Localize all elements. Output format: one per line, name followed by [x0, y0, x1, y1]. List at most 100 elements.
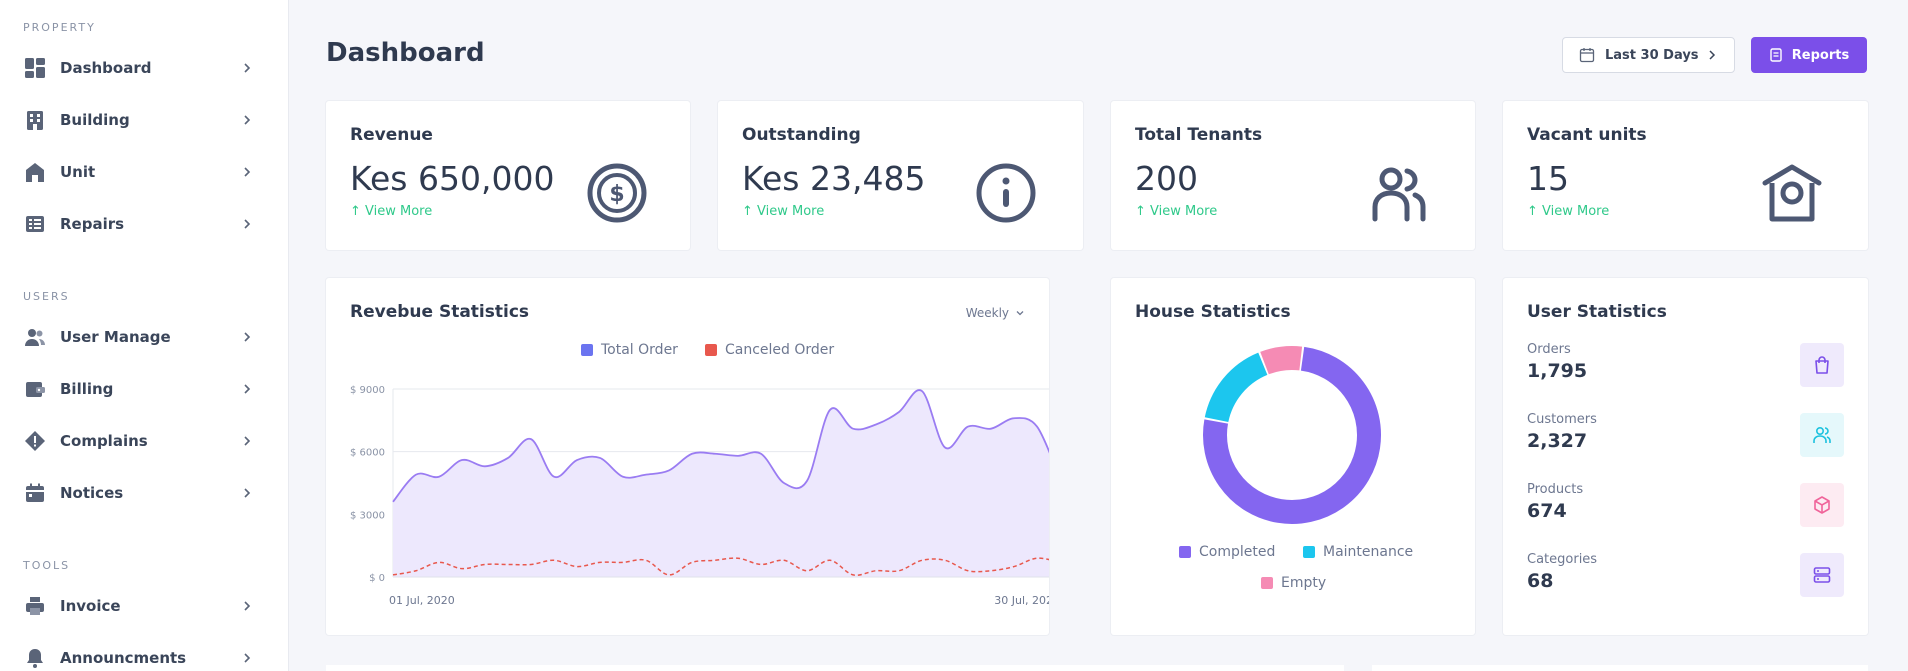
- chevron-right-icon: [244, 167, 251, 177]
- sidebar-item-label: User Manage: [60, 328, 171, 346]
- stat-card-vacant-units: Vacant units 15 ↑ View More: [1503, 101, 1868, 250]
- user-stat-value: 68: [1527, 570, 1554, 592]
- page-title: Dashboard: [326, 38, 485, 68]
- sidebar-item-unit[interactable]: Unit: [24, 157, 254, 187]
- shopping-bag-icon: [1800, 343, 1844, 387]
- user-stat-orders: Orders 1,795: [1527, 342, 1844, 392]
- stat-title: Revenue: [350, 125, 433, 145]
- stat-card-revenue: Revenue Kes 650,000 ↑ View More $: [326, 101, 690, 250]
- dollar-coin-icon: $: [587, 163, 647, 223]
- sidebar-item-label: Building: [60, 111, 130, 129]
- stat-card-total-tenants: Total Tenants 200 ↑ View More: [1111, 101, 1475, 250]
- user-stat-categories: Categories 68: [1527, 552, 1844, 602]
- user-stat-customers: Customers 2,327: [1527, 412, 1844, 462]
- stat-value: Kes 650,000: [350, 159, 555, 198]
- stat-value: Kes 23,485: [742, 159, 926, 198]
- vacant-home-icon: [1762, 164, 1822, 222]
- y-tick-label: $ 6000: [350, 448, 385, 459]
- chevron-right-icon: [244, 601, 251, 611]
- legend-label: Maintenance: [1323, 544, 1414, 560]
- user-stat-value: 674: [1527, 500, 1567, 522]
- report-icon: [1770, 48, 1782, 62]
- sidebar-item-building[interactable]: Building: [24, 105, 254, 135]
- users-icon: [24, 326, 46, 348]
- sidebar-item-label: Billing: [60, 380, 114, 398]
- sidebar-item-label: Announcments: [60, 649, 187, 667]
- sidebar-item-label: Invoice: [60, 597, 121, 615]
- y-tick-label: $ 0: [369, 573, 385, 584]
- house-statistics-card: House Statistics Completed Maintenance E…: [1111, 278, 1475, 635]
- sidebar-item-label: Complains: [60, 432, 148, 450]
- sidebar-item-complains[interactable]: Complains: [24, 426, 254, 456]
- legend-empty[interactable]: Empty: [1261, 575, 1326, 591]
- sidebar-item-user-manage[interactable]: User Manage: [24, 322, 254, 352]
- user-stat-label: Categories: [1527, 552, 1598, 567]
- stat-value: 15: [1527, 159, 1569, 198]
- x-tick-label: 01 Jul, 2020: [389, 594, 455, 607]
- server-icon: [1800, 553, 1844, 597]
- legend-label: Completed: [1199, 544, 1276, 560]
- sidebar-item-label: Notices: [60, 484, 124, 502]
- y-tick-label: $ 3000: [350, 510, 385, 521]
- stat-title: Total Tenants: [1135, 125, 1263, 145]
- wallet-icon: [24, 378, 46, 400]
- chevron-right-icon: [244, 384, 251, 394]
- view-more-link[interactable]: ↑ View More: [1527, 204, 1609, 219]
- sidebar-item-repairs[interactable]: Repairs: [24, 209, 254, 239]
- chevron-right-icon: [244, 219, 251, 229]
- building-icon: [24, 109, 46, 131]
- legend-swatch: [1179, 546, 1191, 558]
- user-stat-products: Products 674: [1527, 482, 1844, 532]
- sidebar-item-announcments[interactable]: Announcments: [24, 643, 254, 671]
- calendar-icon: [1579, 48, 1595, 63]
- user-stat-label: Orders: [1527, 342, 1571, 357]
- date-range-label: Last 30 Days: [1605, 47, 1699, 63]
- legend-maintenance[interactable]: Maintenance: [1303, 544, 1413, 560]
- bell-icon: [24, 647, 46, 669]
- sidebar-item-label: Repairs: [60, 215, 125, 233]
- list-icon: [24, 213, 46, 235]
- sidebar: PROPERTY Dashboard Building Unit Repairs…: [0, 0, 289, 671]
- home-icon: [24, 161, 46, 183]
- revenue-area-chart: $ 0 $ 3000 $ 6000 $ 9000 01 Jul, 2020 30 Jul,…: [350, 385, 1049, 607]
- chevron-right-icon: [244, 332, 251, 342]
- chevron-right-icon: [244, 488, 251, 498]
- view-more-link[interactable]: ↑ View More: [1135, 204, 1217, 219]
- sidebar-item-label: Dashboard: [60, 59, 152, 77]
- panel-title: User Statistics: [1527, 302, 1667, 322]
- donut-slice-empty: [1260, 346, 1303, 375]
- user-stat-label: Products: [1527, 482, 1584, 497]
- users-icon: [1800, 413, 1844, 457]
- printer-icon: [24, 595, 46, 617]
- section-label-users: USERS: [23, 290, 70, 303]
- series-area-total-order: [393, 390, 1049, 577]
- view-more-link[interactable]: ↑ View More: [742, 204, 824, 219]
- box-icon: [1800, 483, 1844, 527]
- y-tick-label: $ 9000: [350, 385, 385, 396]
- bottom-card-right: [1372, 665, 1868, 671]
- sidebar-item-billing[interactable]: Billing: [24, 374, 254, 404]
- sidebar-item-dashboard[interactable]: Dashboard: [24, 53, 254, 83]
- section-label-tools: TOOLS: [23, 559, 71, 572]
- donut-slice-maintenance: [1204, 352, 1268, 423]
- legend-completed[interactable]: Completed: [1179, 544, 1275, 560]
- legend-swatch: [1261, 577, 1273, 589]
- x-tick-label: 30 Jul, 2020: [994, 594, 1049, 607]
- dashboard-icon: [24, 57, 46, 79]
- chevron-right-icon: [244, 436, 251, 446]
- stat-card-outstanding: Outstanding Kes 23,485 ↑ View More: [718, 101, 1083, 250]
- reports-button[interactable]: Reports: [1751, 37, 1867, 73]
- sidebar-item-notices[interactable]: Notices: [24, 478, 254, 508]
- chevron-right-icon: [244, 115, 251, 125]
- legend-label: Empty: [1281, 575, 1327, 591]
- date-range-button[interactable]: Last 30 Days: [1562, 37, 1735, 73]
- sidebar-item-invoice[interactable]: Invoice: [24, 591, 254, 621]
- chevron-right-icon: [1709, 50, 1716, 60]
- user-stat-label: Customers: [1527, 412, 1597, 427]
- chevron-right-icon: [244, 63, 251, 73]
- info-icon: [976, 163, 1036, 223]
- user-stat-value: 1,795: [1527, 360, 1588, 382]
- revenue-statistics-card: Revebue Statistics Weekly Total Order Ca…: [326, 278, 1049, 635]
- sidebar-item-label: Unit: [60, 163, 96, 181]
- view-more-link[interactable]: ↑ View More: [350, 204, 432, 219]
